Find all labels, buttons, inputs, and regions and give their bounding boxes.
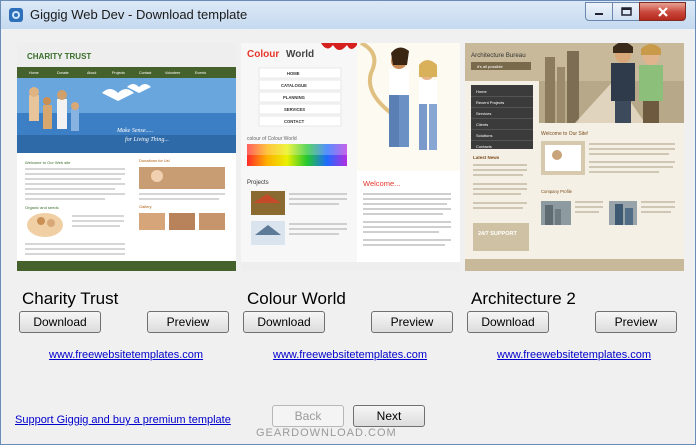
support-premium-link[interactable]: Support Giggig and buy a premium templat… [15, 414, 231, 426]
architecture-menu-item: Services [476, 111, 491, 116]
architecture-menu-item: Clients [476, 122, 488, 127]
colour-world-preview-image: Colour World HOME CATALOGUE PLANNING SER… [241, 43, 460, 271]
charity-nav-item: Volunteer [165, 71, 181, 75]
close-icon [657, 6, 668, 17]
architecture-welcome: Welcome to Our Site! [541, 131, 588, 137]
minimize-icon [595, 12, 603, 15]
charity-banner-line1: Make Sense..... [116, 128, 153, 134]
architecture-support-badge: 24/7 SUPPORT [478, 231, 517, 237]
charity-section-title: Donations for Us! [139, 158, 170, 163]
website-link-architecture-2[interactable]: www.freewebsitetemplates.com [497, 349, 651, 361]
template-thumbnail-colour-world[interactable]: Colour World HOME CATALOGUE PLANNING SER… [241, 43, 460, 271]
preview-button-charity-trust[interactable]: Preview [147, 311, 229, 333]
template-name: Architecture 2 [471, 289, 576, 308]
charity-nav-item: Donate [57, 71, 69, 75]
charity-section-title: Gallery [139, 204, 152, 209]
website-link-colour-world[interactable]: www.freewebsitetemplates.com [273, 349, 427, 361]
back-button[interactable]: Back [272, 405, 344, 427]
installer-window: Giggig Web Dev - Download template CHARI… [0, 0, 696, 445]
client-area: CHARITY TRUST Home Donate About Projects… [2, 29, 694, 444]
architecture-latest-news: Latest News [473, 155, 500, 160]
charity-nav-item: Projects [112, 71, 125, 75]
charity-nav-item: Home [29, 71, 39, 75]
colour-world-welcome: Welcome... [363, 179, 400, 188]
close-button[interactable] [639, 2, 686, 21]
architecture-menu-item: Recent Projects [476, 100, 504, 105]
website-link-charity-trust[interactable]: www.freewebsitetemplates.com [49, 349, 203, 361]
preview-button-architecture-2[interactable]: Preview [595, 311, 677, 333]
preview-button-colour-world[interactable]: Preview [371, 311, 453, 333]
colour-world-menu-item: CONTACT [284, 119, 305, 124]
charity-trust-preview-image: CHARITY TRUST Home Donate About Projects… [17, 43, 236, 271]
window-title: Giggig Web Dev - Download template [30, 7, 248, 22]
download-button-architecture-2[interactable]: Download [467, 311, 549, 333]
charity-nav-item: Contact [139, 71, 151, 75]
charity-banner-line2: for Living Thing... [125, 136, 169, 143]
template-thumbnail-charity-trust[interactable]: CHARITY TRUST Home Donate About Projects… [17, 43, 236, 271]
template-card-colour-world: Colour World HOME CATALOGUE PLANNING SER… [241, 43, 460, 361]
charity-section-title: Organic and seeds [25, 205, 59, 210]
template-name: Colour World [247, 289, 346, 308]
colour-world-projects-title: Projects [247, 180, 269, 186]
colour-world-menu-item: CATALOGUE [281, 83, 307, 88]
architecture-menu-item: Solutions [476, 133, 492, 138]
maximize-button[interactable] [612, 2, 640, 21]
maximize-icon [620, 7, 632, 16]
minimize-button[interactable] [585, 2, 613, 21]
download-button-charity-trust[interactable]: Download [19, 311, 101, 333]
template-thumbnail-architecture-2[interactable]: Architecture Bureau it's all possible Ho… [465, 43, 684, 271]
charity-section-title: Welcome to Our Web site [25, 160, 71, 165]
architecture-preview-image: Architecture Bureau it's all possible Ho… [465, 43, 684, 271]
architecture-logo: Architecture Bureau [471, 52, 526, 59]
colour-world-menu-item: HOME [287, 71, 300, 76]
template-card-architecture-2: Architecture Bureau it's all possible Ho… [465, 43, 684, 361]
template-card-charity-trust: CHARITY TRUST Home Donate About Projects… [17, 43, 236, 361]
colour-world-menu-item: PLANNING [283, 95, 305, 100]
next-button[interactable]: Next [353, 405, 425, 427]
colour-world-sub-logo: colour of Colour World [247, 136, 297, 142]
architecture-company-profile: Company Profile [541, 189, 573, 194]
download-button-colour-world[interactable]: Download [243, 311, 325, 333]
charity-nav-item: Events [195, 71, 206, 75]
charity-logo: CHARITY TRUST [27, 52, 91, 61]
architecture-menu-item: Home [476, 89, 487, 94]
architecture-menu-item: Contacts [476, 144, 492, 149]
colour-world-logo-a: Colour [247, 49, 279, 60]
template-name: Charity Trust [22, 289, 119, 308]
colour-world-logo-b: World [286, 49, 314, 60]
colour-world-menu-item: SERVICES [284, 107, 305, 112]
app-icon [9, 8, 23, 22]
watermark: GEARDOWNLOAD.COM [256, 427, 397, 439]
title-bar[interactable]: Giggig Web Dev - Download template [1, 1, 695, 29]
charity-nav-item: About [87, 71, 96, 75]
architecture-tagline: it's all possible [477, 64, 503, 69]
